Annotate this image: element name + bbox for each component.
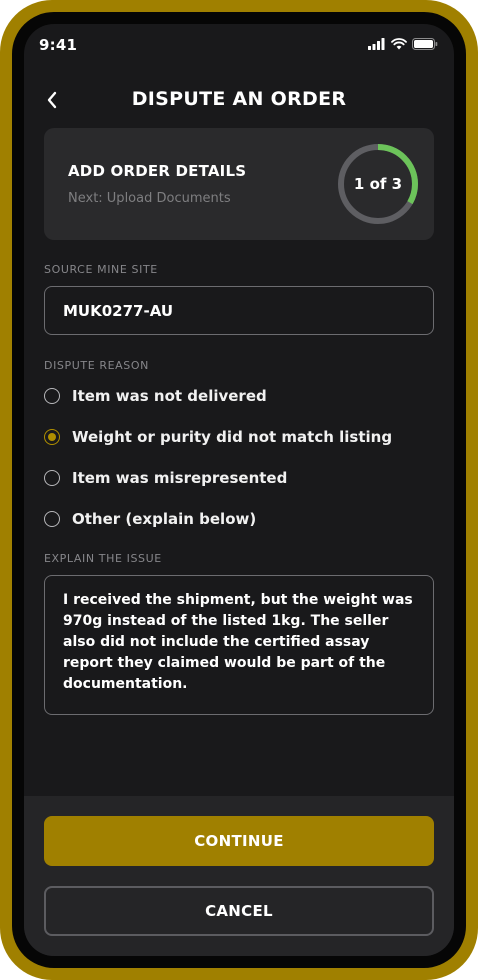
app-screen: 9:41 DISPUTE AN ORDER ADD ORDER DETAILS … — [24, 24, 454, 956]
device-bezel: 9:41 DISPUTE AN ORDER ADD ORDER DETAILS … — [12, 12, 466, 968]
reason-option-label: Item was misrepresented — [72, 469, 288, 487]
status-time: 9:41 — [39, 36, 78, 54]
device-frame: 9:41 DISPUTE AN ORDER ADD ORDER DETAILS … — [0, 0, 478, 980]
battery-icon — [412, 38, 438, 50]
dispute-reason-label: DISPUTE REASON — [44, 359, 149, 372]
radio-button-selected[interactable] — [44, 429, 60, 445]
radio-button[interactable] — [44, 388, 60, 404]
radio-selected-dot — [48, 433, 56, 441]
step-next-hint: Next: Upload Documents — [68, 191, 231, 206]
step-card: ADD ORDER DETAILS Next: Upload Documents… — [44, 128, 434, 240]
header: DISPUTE AN ORDER — [24, 80, 454, 120]
radio-button[interactable] — [44, 511, 60, 527]
wifi-icon — [391, 38, 407, 50]
status-icons — [368, 38, 438, 50]
explain-issue-label: EXPLAIN THE ISSUE — [44, 552, 162, 565]
footer-actions: CONTINUE CANCEL — [24, 796, 454, 956]
status-bar: 9:41 — [24, 24, 454, 68]
continue-button[interactable]: CONTINUE — [44, 816, 434, 866]
cancel-button[interactable]: CANCEL — [44, 886, 434, 936]
step-title: ADD ORDER DETAILS — [68, 162, 247, 180]
radio-button[interactable] — [44, 470, 60, 486]
signal-icon — [368, 38, 385, 50]
reason-option-not-delivered[interactable]: Item was not delivered — [44, 381, 434, 411]
step-progress-label: 1 of 3 — [353, 175, 403, 193]
source-mine-site-input[interactable] — [44, 286, 434, 335]
page-title: DISPUTE AN ORDER — [131, 88, 347, 110]
reason-option-other[interactable]: Other (explain below) — [44, 504, 434, 534]
source-label: SOURCE MINE SITE — [44, 263, 158, 276]
reason-option-label: Other (explain below) — [72, 510, 257, 528]
reason-option-misrepresented[interactable]: Item was misrepresented — [44, 463, 434, 493]
reason-option-weight-purity[interactable]: Weight or purity did not match listing — [44, 422, 434, 452]
explain-issue-textarea[interactable]: I received the shipment, but the weight … — [44, 575, 434, 715]
reason-option-label: Weight or purity did not match listing — [72, 428, 393, 446]
reason-option-label: Item was not delivered — [72, 387, 267, 405]
